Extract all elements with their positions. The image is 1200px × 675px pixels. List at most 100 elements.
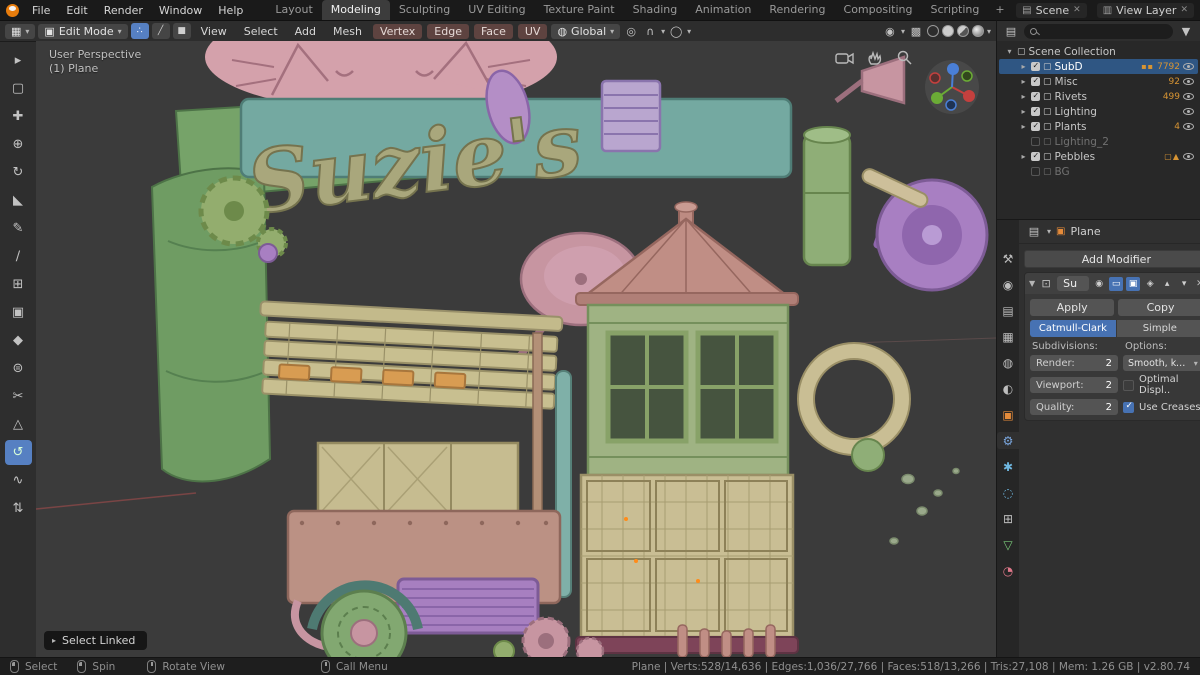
- collection-checkbox[interactable]: [1031, 61, 1040, 71]
- proportional-dropdown-icon[interactable]: ▾: [687, 27, 691, 36]
- render-subdivisions-field[interactable]: Render: 2: [1030, 355, 1118, 371]
- navigation-gizmo[interactable]: [925, 60, 979, 114]
- snap-dropdown-icon[interactable]: ▾: [661, 27, 665, 36]
- expand-arrow-icon[interactable]: ▸: [1019, 152, 1028, 161]
- tab-physics[interactable]: ◌: [997, 484, 1019, 501]
- scale-tool[interactable]: ◣: [5, 188, 32, 213]
- tab-modeling[interactable]: Modeling: [321, 0, 390, 20]
- outliner-editor-icon[interactable]: ▤: [1003, 25, 1019, 38]
- modifier-editmode-toggle-icon[interactable]: ▣: [1126, 276, 1141, 291]
- loop-cut-tool[interactable]: ⊜: [5, 356, 32, 381]
- shading-rendered-button[interactable]: [971, 25, 984, 37]
- tab-scene[interactable]: ◍: [997, 354, 1019, 371]
- transform-orientation-dropdown[interactable]: ◍ Global ▾: [551, 23, 621, 39]
- quality-field[interactable]: Quality: 2: [1030, 399, 1118, 415]
- tab-object[interactable]: ▣: [997, 406, 1019, 423]
- collection-checkbox[interactable]: [1031, 76, 1040, 86]
- last-operator-panel[interactable]: ▸ Select Linked: [44, 631, 148, 650]
- catmull-clark-button[interactable]: Catmull-Clark: [1030, 320, 1116, 337]
- menu-view[interactable]: View: [194, 24, 234, 39]
- filter-funnel-icon[interactable]: ▼: [1178, 25, 1194, 38]
- hide-eye-icon[interactable]: [1183, 108, 1194, 115]
- gizmo-dropdown-icon[interactable]: ▾: [901, 27, 905, 36]
- snap-magnet-icon[interactable]: ∩: [642, 25, 658, 38]
- panel-expand-icon[interactable]: ▼: [1029, 279, 1035, 288]
- expand-arrow-icon[interactable]: ▸: [1019, 122, 1028, 131]
- cursor-tool[interactable]: ✚: [5, 104, 32, 129]
- copy-button[interactable]: Copy: [1118, 299, 1200, 316]
- tab-modifiers[interactable]: ⚙: [997, 432, 1019, 449]
- collection-checkbox[interactable]: [1031, 151, 1040, 161]
- collection-name[interactable]: SubD: [1055, 61, 1139, 73]
- spin-tool[interactable]: ↺: [4, 440, 32, 465]
- poly-build-tool[interactable]: △: [5, 412, 32, 437]
- tab-active-tool[interactable]: ⚒: [997, 250, 1019, 267]
- modifier-cage-toggle-icon[interactable]: ◈: [1143, 277, 1157, 291]
- rotate-tool[interactable]: ↻: [5, 160, 32, 185]
- viewport-subdivisions-field[interactable]: Viewport: 2: [1030, 377, 1118, 393]
- collection-checkbox[interactable]: [1031, 167, 1040, 176]
- collection-name[interactable]: BG: [1055, 166, 1194, 178]
- hide-eye-icon[interactable]: [1183, 153, 1194, 160]
- tab-rendering[interactable]: Rendering: [760, 0, 834, 20]
- collection-name[interactable]: Lighting: [1055, 106, 1180, 118]
- menu-window[interactable]: Window: [152, 2, 209, 19]
- collection-name[interactable]: Misc: [1055, 76, 1166, 88]
- collection-checkbox[interactable]: [1031, 106, 1040, 116]
- apply-button[interactable]: Apply: [1030, 299, 1115, 316]
- optimal-display-checkbox[interactable]: [1123, 379, 1134, 391]
- tab-render[interactable]: ◉: [997, 276, 1019, 293]
- tab-particles[interactable]: ✱: [997, 458, 1019, 475]
- expand-arrow-icon[interactable]: ▸: [1019, 77, 1028, 86]
- menu-mesh[interactable]: Mesh: [326, 24, 369, 39]
- bevel-tool[interactable]: ◆: [5, 328, 32, 353]
- collection-name[interactable]: Pebbles: [1055, 151, 1162, 163]
- hide-eye-icon[interactable]: [1183, 78, 1194, 85]
- mode-dropdown[interactable]: ▣ Edit Mode ▾: [38, 23, 128, 39]
- unlink-scene-icon[interactable]: ✕: [1073, 5, 1081, 15]
- move-tool[interactable]: ⊕: [5, 132, 32, 157]
- shading-solid-button[interactable]: [941, 25, 954, 37]
- outliner-row-bg[interactable]: ▢ BG: [999, 164, 1198, 179]
- tab-material[interactable]: ◔: [997, 562, 1019, 579]
- add-modifier-button[interactable]: Add Modifier: [1024, 250, 1200, 268]
- expand-arrow-icon[interactable]: ▸: [1019, 92, 1028, 101]
- tab-output[interactable]: ▤: [997, 302, 1019, 319]
- expand-arrow-icon[interactable]: ▸: [1019, 62, 1028, 71]
- modifier-name-field[interactable]: Su: [1057, 276, 1090, 291]
- view-layer-selector[interactable]: ▥ View Layer ✕: [1096, 2, 1194, 18]
- xray-toggle-icon[interactable]: ▩: [908, 25, 924, 38]
- tab-scripting[interactable]: Scripting: [921, 0, 988, 20]
- collection-name[interactable]: Lighting_2: [1055, 136, 1194, 148]
- menu-edge[interactable]: Edge: [427, 23, 469, 39]
- tab-uv-editing[interactable]: UV Editing: [459, 0, 534, 20]
- knife-tool[interactable]: ✂: [5, 384, 32, 409]
- uv-smooth-dropdown[interactable]: Smooth, keep c... ▾: [1123, 355, 1200, 371]
- outliner-row-subd[interactable]: ▸ ▢ SubD ▪▪ 7792: [999, 59, 1198, 74]
- hide-eye-icon[interactable]: [1183, 123, 1194, 130]
- edge-select-mode-button[interactable]: ╱: [151, 23, 170, 39]
- outliner-search-input[interactable]: [1024, 23, 1173, 39]
- tab-animation[interactable]: Animation: [686, 0, 760, 20]
- show-gizmo-icon[interactable]: ◉: [882, 25, 898, 38]
- hide-eye-icon[interactable]: [1183, 63, 1194, 70]
- outliner-row-pebbles[interactable]: ▸ ▢ Pebbles ▢▲: [999, 149, 1198, 164]
- collection-name[interactable]: Rivets: [1055, 91, 1160, 103]
- menu-uv[interactable]: UV: [517, 23, 548, 39]
- menu-add[interactable]: Add: [288, 24, 323, 39]
- outliner-row-lighting[interactable]: ▸ ▢ Lighting: [999, 104, 1198, 119]
- measure-tool[interactable]: ∕: [5, 244, 32, 269]
- tweak-tool[interactable]: ▸: [5, 48, 32, 73]
- pivot-point-icon[interactable]: ◎: [623, 25, 639, 38]
- annotate-tool[interactable]: ✎: [5, 216, 32, 241]
- menu-file[interactable]: File: [25, 2, 57, 19]
- shading-dropdown-icon[interactable]: ▾: [987, 27, 991, 36]
- delete-modifier-icon[interactable]: ✕: [1196, 279, 1200, 289]
- menu-help[interactable]: Help: [211, 2, 250, 19]
- simple-button[interactable]: Simple: [1116, 320, 1200, 337]
- outliner-row-lighting-2[interactable]: ▢ Lighting_2: [999, 134, 1198, 149]
- face-select-mode-button[interactable]: ■: [172, 23, 191, 39]
- hide-eye-icon[interactable]: [1183, 93, 1194, 100]
- proportional-editing-icon[interactable]: ◯: [668, 25, 684, 38]
- edge-slide-tool[interactable]: ⇅: [5, 496, 32, 521]
